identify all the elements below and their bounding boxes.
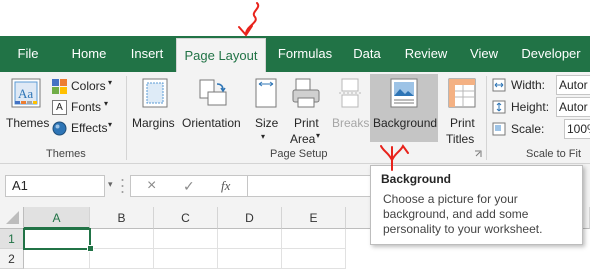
annotation-overlay bbox=[238, 2, 409, 171]
annotation-arrow-bottom bbox=[380, 144, 409, 171]
annotation-arrow-top bbox=[238, 2, 260, 37]
